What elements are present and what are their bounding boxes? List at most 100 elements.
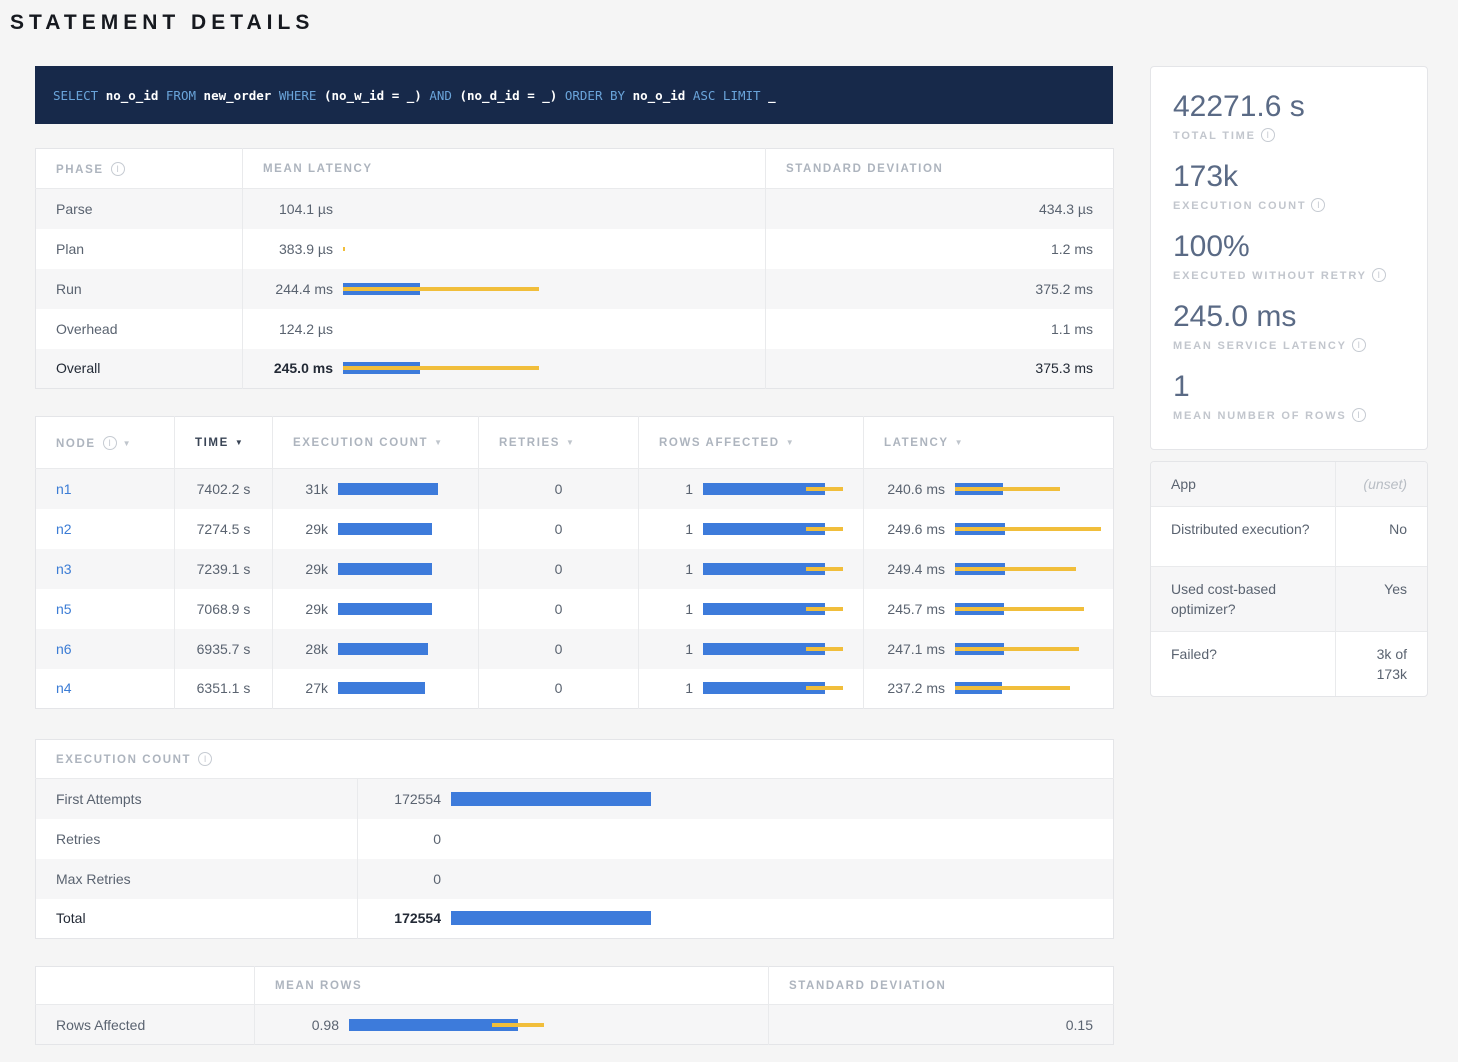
mean-latency-value: 383.9 µs xyxy=(243,241,333,257)
sql-statement-text: SELECT no_o_id FROM new_order WHERE (no_… xyxy=(53,88,776,103)
latency-header-label: LATENCY xyxy=(884,437,949,449)
stat-label-text: EXECUTION COUNT xyxy=(1173,200,1306,212)
node-time-value: 7274.5 s xyxy=(175,509,273,549)
latency-column-header[interactable]: LATENCY ▼ xyxy=(864,417,1114,469)
mean-latency-value: 245.0 ms xyxy=(243,360,333,376)
stat-value: 245.0 ms xyxy=(1173,299,1405,335)
sort-arrow-icon: ▼ xyxy=(955,438,965,447)
sort-arrow-icon: ▼ xyxy=(235,438,245,447)
latency-bar-chart xyxy=(343,362,539,374)
mean-number-of-rows-info-icon[interactable]: i xyxy=(1352,408,1366,422)
exec-row-label: First Attempts xyxy=(36,779,358,819)
phase-info-icon[interactable]: i xyxy=(111,162,125,176)
node-info-icon[interactable]: i xyxy=(103,436,117,450)
latency-bar-chart xyxy=(343,243,539,255)
execution-count-header-label: EXECUTION COUNT xyxy=(56,754,191,766)
statement-attributes-panel: App (unset) Distributed execution? No Us… xyxy=(1150,461,1428,697)
attribute-label: App xyxy=(1151,462,1335,506)
node-exec-count-value: 29k xyxy=(273,561,328,577)
stat-label: EXECUTED WITHOUT RETRY i xyxy=(1173,266,1405,286)
node-rows-affected-value: 1 xyxy=(639,680,693,696)
node-time-value: 7239.1 s xyxy=(175,549,273,589)
stat-label-text: EXECUTED WITHOUT RETRY xyxy=(1173,270,1367,282)
node-latency-value: 240.6 ms xyxy=(864,481,945,497)
sql-token-kw: ASC xyxy=(693,88,716,103)
stddev-column-header: STANDARD DEVIATION xyxy=(766,149,1114,189)
stddev-line xyxy=(955,487,1060,491)
stddev-line xyxy=(806,686,843,690)
attribute-value: (unset) xyxy=(1335,462,1427,506)
phase-row-parse: Parse 104.1 µs 434.3 µs xyxy=(36,189,1114,229)
attribute-value: No xyxy=(1335,507,1427,566)
retries-header-label: RETRIES xyxy=(499,437,560,449)
latency-bar-chart xyxy=(955,603,1101,615)
rows-affected-bar-chart xyxy=(703,523,843,535)
node-link[interactable]: n2 xyxy=(56,521,72,537)
stddev-line xyxy=(955,647,1079,651)
count-bar xyxy=(338,643,428,655)
latency-bar-chart xyxy=(955,523,1101,535)
stddev-line xyxy=(955,686,1070,690)
node-time-value: 6351.1 s xyxy=(175,669,273,709)
stat-execution-count: 173k EXECUTION COUNTi xyxy=(1173,159,1405,216)
node-time-value: 7068.9 s xyxy=(175,589,273,629)
rows-affected-bar-chart xyxy=(703,563,843,575)
attribute-row-failed: Failed? 3k of 173k xyxy=(1151,632,1427,696)
node-link[interactable]: n4 xyxy=(56,680,72,696)
node-column-header[interactable]: NODEi▼ xyxy=(36,417,175,469)
node-link[interactable]: n5 xyxy=(56,601,72,617)
sql-token-kw: LIMIT xyxy=(723,88,761,103)
node-rows-affected-value: 1 xyxy=(639,561,693,577)
exec-count-value: 0 xyxy=(358,871,441,887)
mean-rows-value: 0.98 xyxy=(255,1017,339,1033)
node-retries-value: 0 xyxy=(479,469,639,509)
executed-without-retry-info-icon[interactable]: i xyxy=(1372,268,1386,282)
execution-count-column-header[interactable]: EXECUTION COUNT▼ xyxy=(273,417,479,469)
stddev-value: 434.3 µs xyxy=(766,189,1114,229)
stat-value: 42271.6 s xyxy=(1173,89,1405,125)
time-column-header[interactable]: TIME▼ xyxy=(175,417,273,469)
exec-count-value: 0 xyxy=(358,831,441,847)
mean-service-latency-info-icon[interactable]: i xyxy=(1352,338,1366,352)
node-exec-count-value: 29k xyxy=(273,601,328,617)
phase-label: Overall xyxy=(36,349,243,389)
execution-count-info-icon[interactable]: i xyxy=(198,752,212,766)
rows-affected-row: Rows Affected 0.98 0.15 xyxy=(36,1005,1114,1045)
attribute-row-distributed-execution: Distributed execution? No xyxy=(1151,507,1427,567)
retries-column-header[interactable]: RETRIES▼ xyxy=(479,417,639,469)
rows-affected-column-header[interactable]: ROWS AFFECTED▼ xyxy=(639,417,864,469)
exec-row-label: Retries xyxy=(36,819,358,859)
node-link[interactable]: n1 xyxy=(56,481,72,497)
latency-bar-chart xyxy=(343,203,539,215)
node-time-value: 7402.2 s xyxy=(175,469,273,509)
total-time-info-icon[interactable]: i xyxy=(1261,128,1275,142)
blank-column-header xyxy=(36,967,255,1005)
node-table-row: n27274.5 s29k01249.6 ms xyxy=(36,509,1114,549)
exec-count-bar-chart xyxy=(338,563,438,575)
count-bar-chart xyxy=(451,911,651,925)
stat-label-text: MEAN NUMBER OF ROWS xyxy=(1173,410,1347,422)
mean-latency-value: 104.1 µs xyxy=(243,201,333,217)
stat-mean-service-latency: 245.0 ms MEAN SERVICE LATENCYi xyxy=(1173,299,1405,356)
latency-bar-chart xyxy=(955,563,1101,575)
count-bar xyxy=(451,792,651,806)
stddev-value: 1.1 ms xyxy=(766,309,1114,349)
exec-header-label: EXECUTION COUNT xyxy=(293,437,428,449)
execution-count-section-header: EXECUTION COUNT i xyxy=(36,740,1114,779)
execution-count-info-icon[interactable]: i xyxy=(1311,198,1325,212)
stat-label: EXECUTION COUNT i xyxy=(1173,196,1405,216)
node-statistics-table: NODEi▼ TIME▼ EXECUTION COUNT▼ RETRIES▼ R… xyxy=(35,416,1114,709)
count-bar xyxy=(451,911,651,925)
node-rows-affected-value: 1 xyxy=(639,481,693,497)
sql-token-kw: FROM xyxy=(166,88,196,103)
attribute-label: Used cost-based optimizer? xyxy=(1151,567,1335,631)
node-header-label: NODE xyxy=(56,438,96,450)
stat-executed-without-retry: 100% EXECUTED WITHOUT RETRYi xyxy=(1173,229,1405,286)
attribute-row-app: App (unset) xyxy=(1151,462,1427,507)
node-link[interactable]: n6 xyxy=(56,641,72,657)
node-link[interactable]: n3 xyxy=(56,561,72,577)
phase-row-run: Run 244.4 ms 375.2 ms xyxy=(36,269,1114,309)
exec-count-value: 172554 xyxy=(358,791,441,807)
node-retries-value: 0 xyxy=(479,629,639,669)
attribute-row-cost-based-optimizer: Used cost-based optimizer? Yes xyxy=(1151,567,1427,632)
